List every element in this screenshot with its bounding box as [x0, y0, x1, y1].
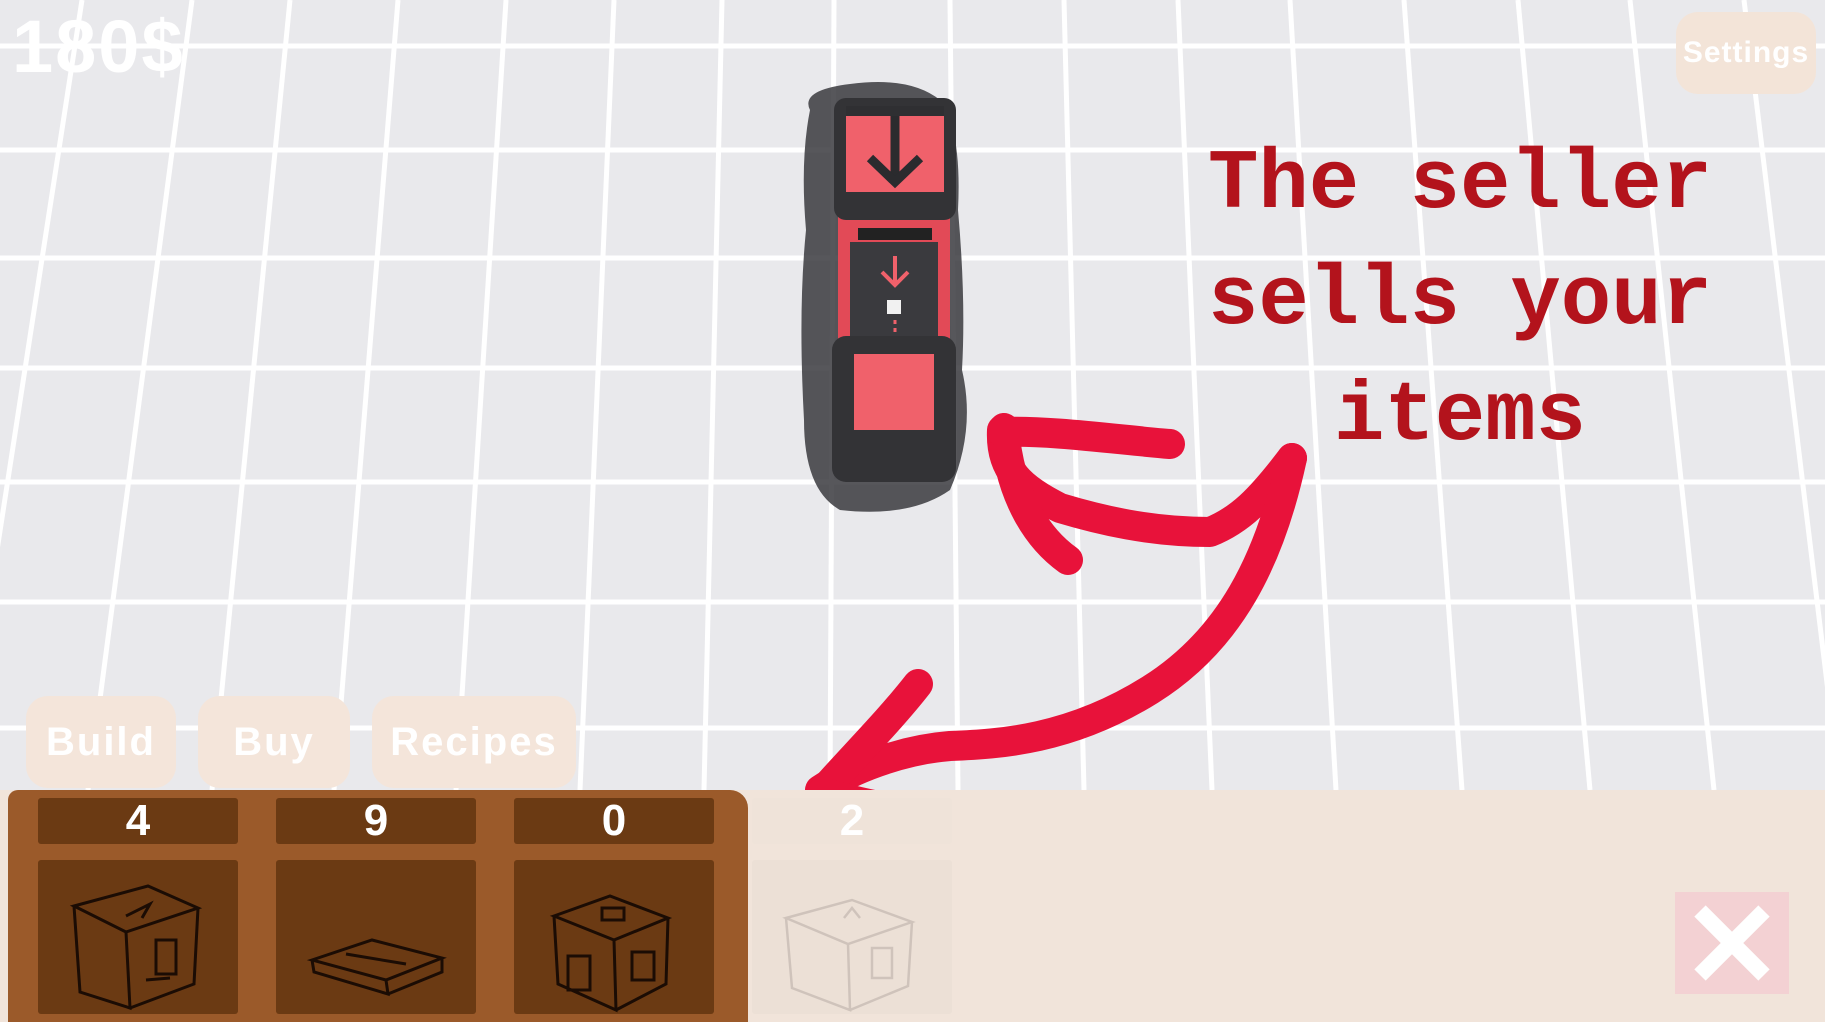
close-icon — [1694, 905, 1770, 981]
crafter-box-icon — [549, 894, 673, 1013]
tab-build[interactable]: Build — [26, 696, 176, 788]
close-button[interactable] — [1675, 892, 1789, 994]
inventory-slot-conveyor[interactable] — [276, 860, 476, 1014]
spawner-box-icon — [782, 898, 916, 1012]
slot-count: 0 — [514, 796, 714, 845]
slot-count: 9 — [276, 796, 476, 845]
inventory-slot-seller[interactable] — [38, 860, 238, 1014]
inventory-slot-spawner[interactable] — [752, 860, 952, 1014]
inventory-slot-crafter[interactable] — [514, 860, 714, 1014]
seller-box-icon — [69, 884, 203, 1011]
game-scene[interactable]: 180$ Settings The seller sells your item… — [0, 0, 1825, 1022]
tab-recipes[interactable]: Recipes — [372, 696, 576, 788]
arrow-head-seller — [987, 416, 1185, 459]
conveyor-belt-icon — [306, 938, 447, 997]
tab-buy[interactable]: Buy — [198, 696, 350, 788]
slot-count: 2 — [752, 796, 952, 845]
slot-count: 4 — [38, 796, 238, 845]
